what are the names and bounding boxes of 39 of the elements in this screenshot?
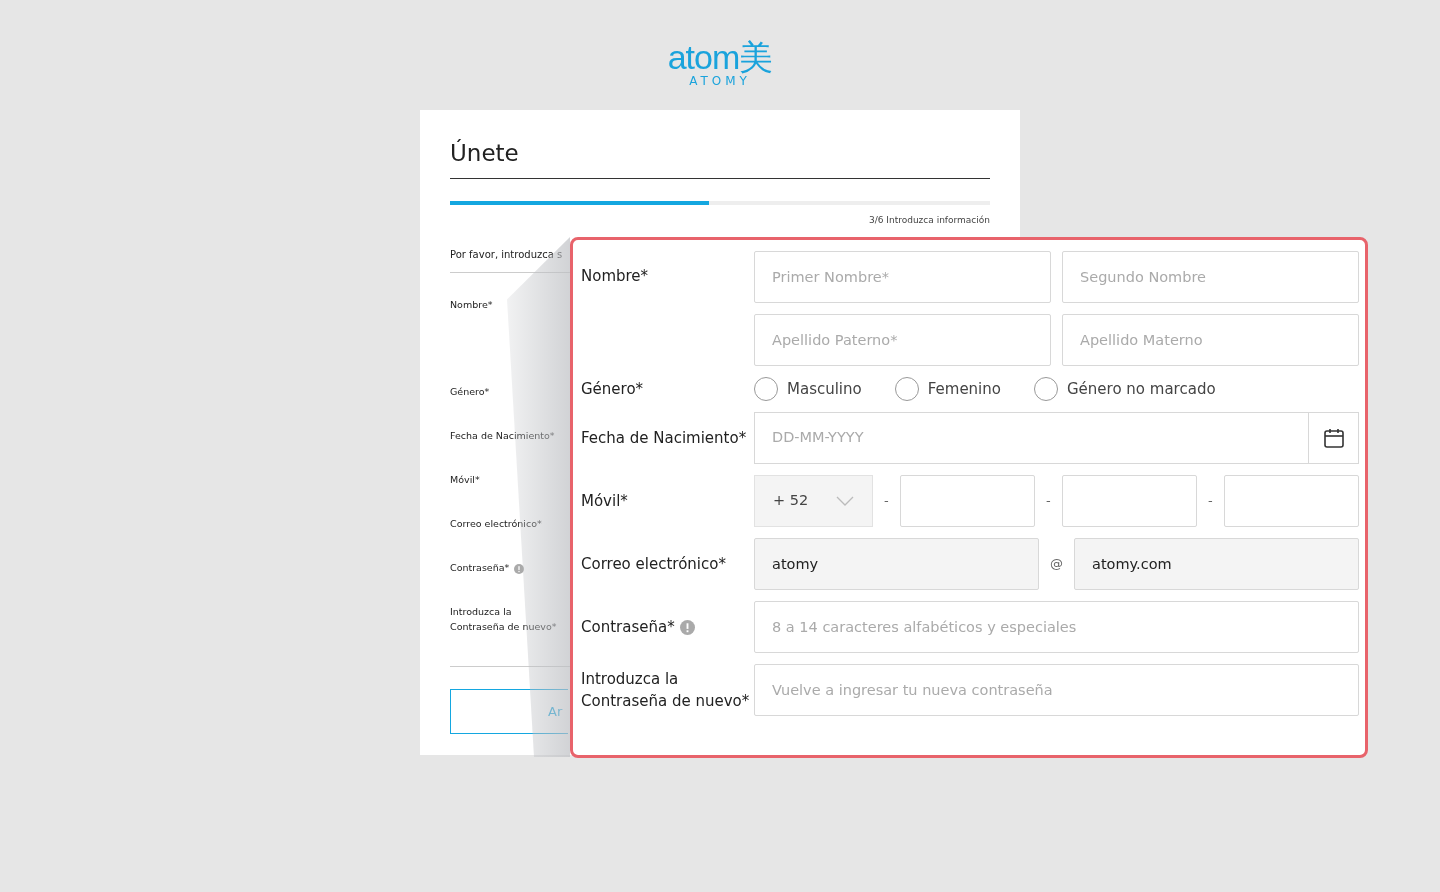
logo-subtitle: ATOMY (689, 75, 751, 87)
text-input[interactable]: Segundo Nombre (1062, 251, 1359, 303)
radio-option[interactable]: Masculino (754, 377, 862, 401)
radio-option[interactable]: Femenino (894, 377, 1001, 401)
field-label: Contraseña* (581, 617, 675, 638)
calendar-icon (1322, 427, 1345, 449)
field-label: Introduzca la Contraseña de nuevo* (450, 606, 557, 633)
email-domain-input[interactable]: atomy.com (1074, 538, 1359, 590)
field-label: Móvil* (581, 491, 628, 512)
text-input[interactable]: Primer Nombre* (754, 251, 1051, 303)
phone-input[interactable] (899, 475, 1035, 527)
field-label: Fecha de Nacimiento* (450, 430, 555, 442)
at-sign: @ (1050, 555, 1063, 574)
password-input[interactable]: 8 a 14 caracteres alfabéticos y especiales (754, 601, 1359, 653)
country-code-select[interactable]: + 52 (754, 475, 873, 527)
radio-option[interactable]: Género no marcado (1034, 377, 1216, 401)
field-label: Correo electrónico* (450, 518, 542, 530)
field-label: Móvil* (450, 474, 480, 486)
field-label: Contraseña* (450, 562, 510, 574)
field-label: Nombre* (450, 299, 493, 311)
phone-input[interactable] (1061, 475, 1197, 527)
page-title: Únete (450, 140, 990, 179)
field-label: Introduzca la Contraseña de nuevo* (581, 669, 751, 712)
separator: - (884, 492, 889, 511)
field-label: Fecha de Nacimiento* (581, 428, 747, 449)
field-label: Género* (450, 386, 490, 398)
separator: - (1046, 492, 1051, 511)
chevron-down-icon (836, 496, 854, 506)
step-caption: 3/6 Introduzca información (867, 213, 990, 227)
password-input[interactable]: Vuelve a ingresar tu nueva contraseña (754, 664, 1359, 716)
phone-input[interactable] (1223, 475, 1359, 527)
text-input[interactable]: Apellido Materno (1062, 314, 1359, 366)
separator: - (1208, 492, 1213, 511)
field-label: Género* (581, 379, 644, 400)
text-input[interactable]: Apellido Paterno* (754, 314, 1051, 366)
field-label: Correo electrónico* (581, 554, 726, 575)
email-user-input[interactable]: atomy (754, 538, 1039, 590)
info-icon[interactable] (679, 619, 695, 635)
info-icon[interactable] (514, 563, 525, 574)
